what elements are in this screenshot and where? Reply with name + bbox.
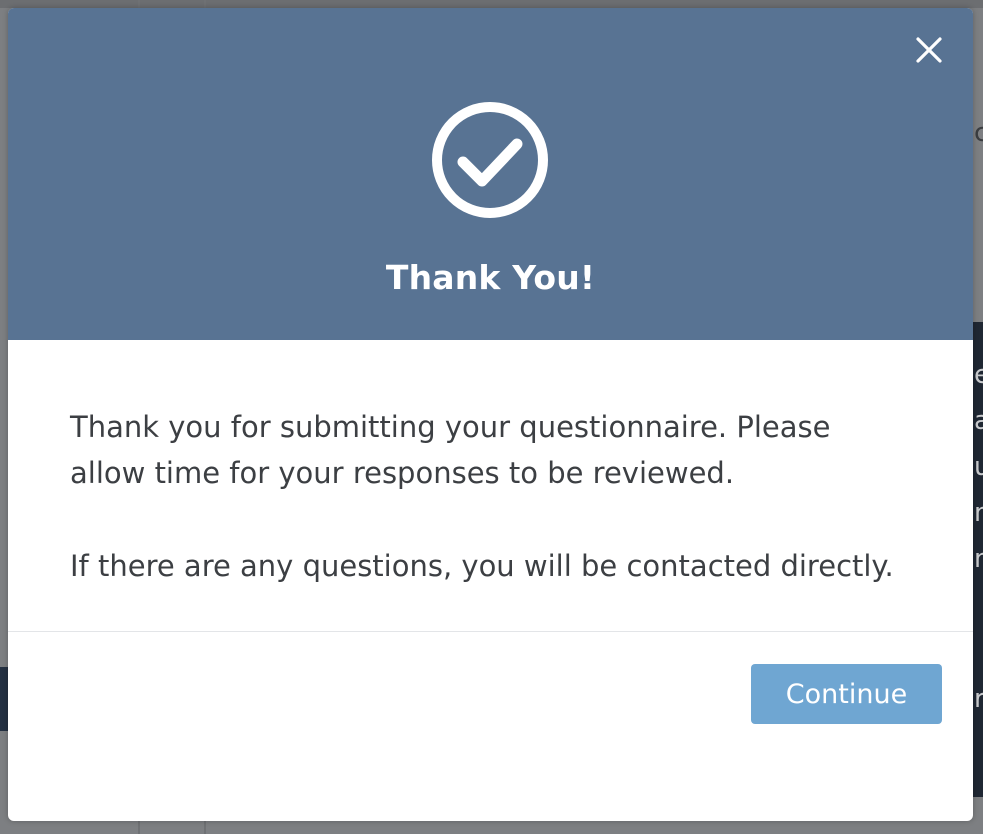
close-button[interactable]: [911, 32, 947, 68]
confirmation-message: Thank you for submitting your questionna…: [70, 410, 831, 490]
dialog-footer: Continue: [8, 632, 973, 820]
background-text-fragment: n: [974, 544, 983, 574]
background-topbar: [0, 0, 983, 8]
contact-message: If there are any questions, you will be …: [70, 549, 894, 583]
close-icon: [916, 37, 942, 63]
check-circle-icon: [432, 102, 548, 218]
dialog-title: Thank You!: [385, 258, 596, 297]
dialog-header: Thank You!: [8, 8, 973, 340]
background-text-fragment: c: [974, 118, 983, 148]
background-text-fragment: u: [974, 452, 983, 482]
thank-you-dialog: Thank You! Thank you for submitting your…: [8, 8, 973, 821]
background-text-fragment: a: [974, 406, 983, 436]
background-text-fragment: n: [974, 498, 983, 528]
background-text-fragment: r: [974, 684, 983, 714]
continue-button[interactable]: Continue: [751, 664, 942, 724]
dialog-body: Thank you for submitting your questionna…: [8, 340, 973, 632]
background-text-fragment: e: [974, 360, 983, 390]
